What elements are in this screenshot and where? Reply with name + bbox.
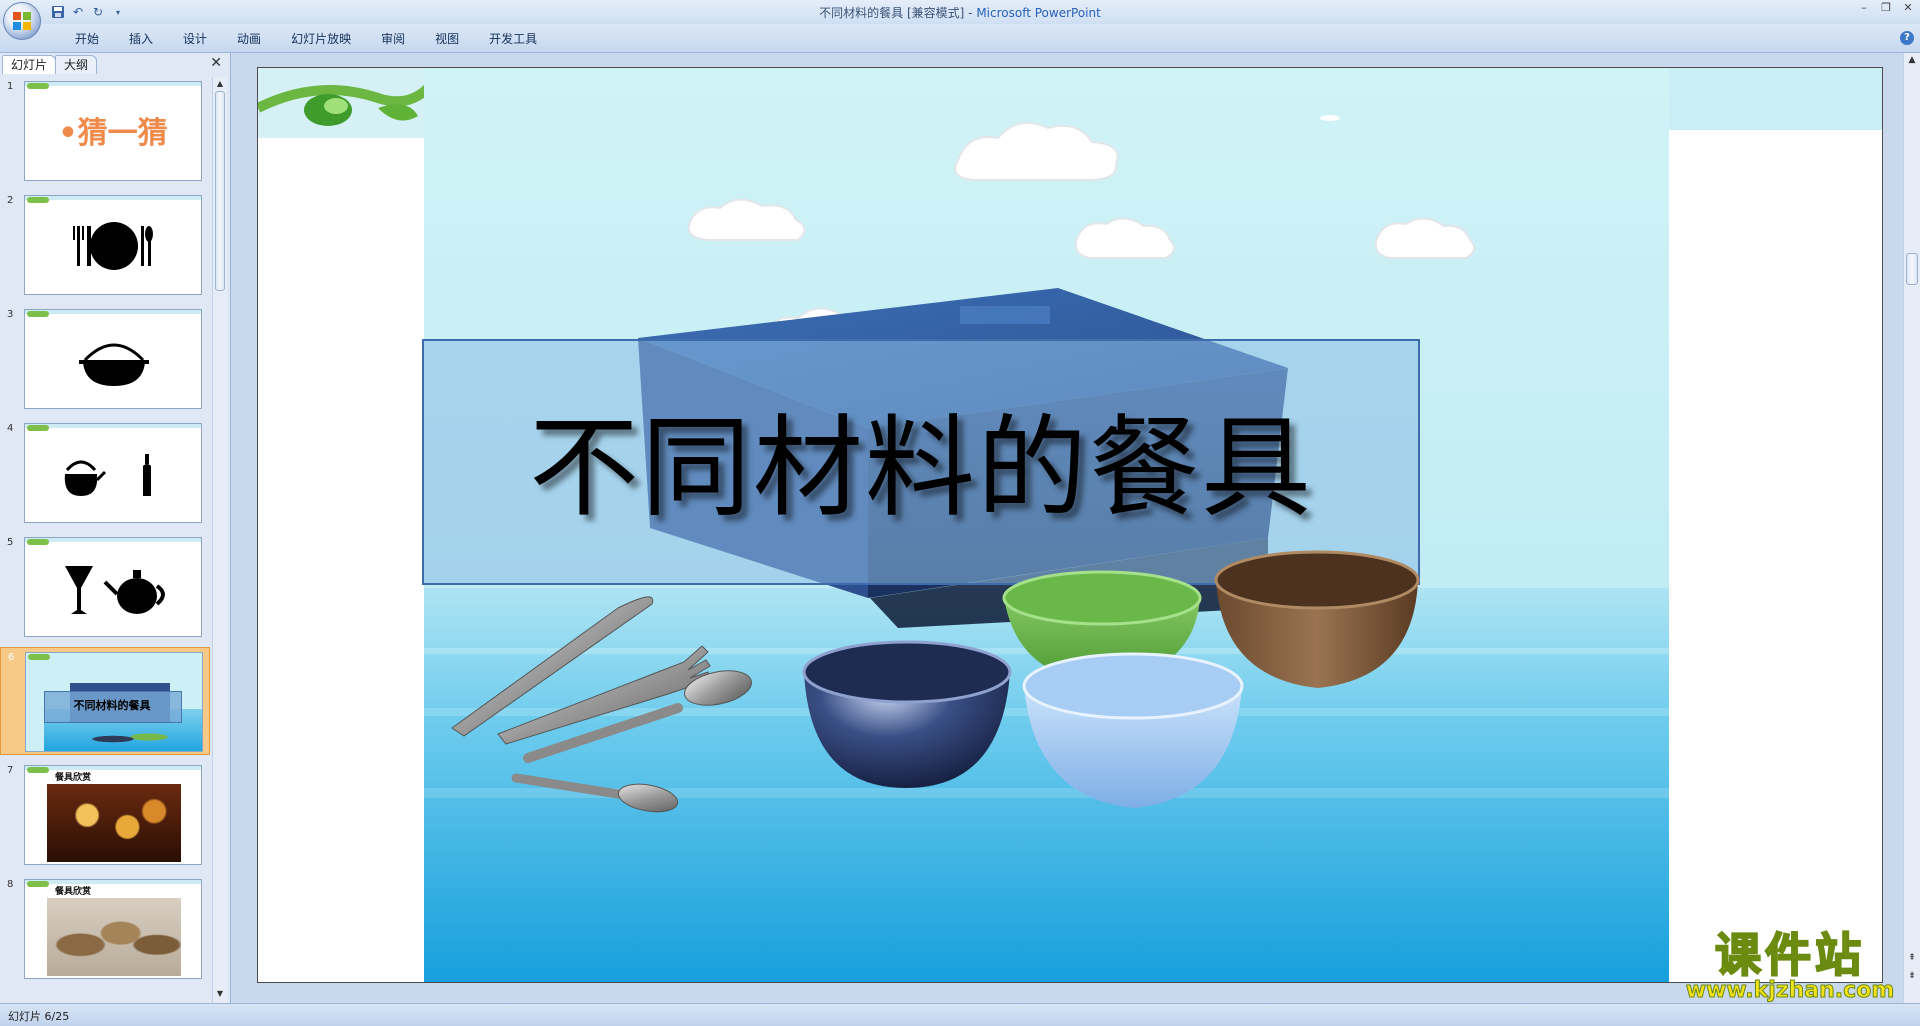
slide-thumbnail-4[interactable]: 4 (0, 419, 210, 527)
tab-outline[interactable]: 大纲 (55, 55, 98, 74)
slide-thumbnail-5[interactable]: 5 (0, 533, 210, 641)
document-title: 不同材料的餐具 [兼容模式] - (819, 6, 977, 20)
thumb-decor (25, 766, 201, 770)
window-title: 不同材料的餐具 [兼容模式] - Microsoft PowerPoint (0, 4, 1920, 21)
close-button[interactable]: ✕ (1900, 1, 1916, 15)
wooden-bowls-photo (47, 898, 181, 976)
tab-animations[interactable]: 动画 (222, 30, 276, 48)
slide-number: 5 (7, 537, 14, 548)
minimize-button[interactable]: – (1856, 1, 1872, 15)
tab-developer[interactable]: 开发工具 (474, 30, 552, 48)
scroll-up-icon[interactable]: ▲ (1904, 55, 1920, 65)
thumbnail-preview (24, 423, 202, 523)
title-bar: ↶ ↻ ▾ 不同材料的餐具 [兼容模式] - Microsoft PowerPo… (0, 0, 1920, 40)
slide-number: 8 (7, 879, 14, 890)
thumbnail-preview (24, 309, 202, 409)
tab-slideshow[interactable]: 幻灯片放映 (276, 30, 366, 48)
thumbnail-title: 不同材料的餐具 (73, 699, 151, 712)
thumbnail-title: 餐具欣赏 (55, 773, 92, 783)
app-name: Microsoft PowerPoint (976, 6, 1101, 20)
slide-scrollbar[interactable]: ▲ ⇞ ⇟ (1903, 53, 1920, 1003)
thumbnail-list: 1 •猜一猜 2 3 4 5 6 不同材料的餐具 7 餐具欣赏 8 餐具欣赏 (0, 77, 210, 1003)
slide-number: 3 (7, 309, 14, 320)
vine-decor (27, 881, 49, 887)
restore-button[interactable]: ❐ (1878, 1, 1894, 15)
thumbnail-scrollbar[interactable]: ▲ ▼ (212, 77, 227, 1003)
scroll-up-icon[interactable]: ▲ (213, 79, 227, 88)
watermark-url: www.kjzhan.com (1685, 978, 1895, 1004)
thumb-decor (25, 880, 201, 884)
kettle-bottle-silhouette (64, 454, 151, 496)
tab-slides[interactable]: 幻灯片 (2, 55, 57, 74)
slide-number: 2 (7, 195, 14, 206)
pot-silhouette (79, 343, 149, 386)
glassware-photo (47, 784, 181, 862)
ribbon: 开始 插入 设计 动画 幻灯片放映 审阅 视图 开发工具 ? (0, 24, 1920, 53)
slide-thumbnail-7[interactable]: 7 餐具欣赏 (0, 761, 210, 869)
slide-number: 4 (7, 423, 14, 434)
watermark-text: 课件站 (1714, 928, 1865, 982)
thumbnail-preview: 餐具欣赏 (24, 765, 202, 865)
help-icon[interactable]: ? (1900, 31, 1914, 45)
slides-pane: 幻灯片 大纲 ✕ 1 •猜一猜 2 3 4 5 6 不同材料的餐具 7 餐具欣赏… (0, 53, 231, 1003)
thumbnail-preview: 餐具欣赏 (24, 879, 202, 979)
tab-view[interactable]: 视图 (420, 30, 474, 48)
pane-close-icon[interactable]: ✕ (210, 55, 222, 71)
thumbnail-preview (24, 195, 202, 295)
tab-insert[interactable]: 插入 (114, 30, 168, 48)
slide-number: 7 (7, 765, 14, 776)
tab-home[interactable]: 开始 (60, 30, 114, 48)
scroll-thumb[interactable] (1906, 253, 1918, 285)
tab-design[interactable]: 设计 (168, 30, 222, 48)
slide-thumbnail-8[interactable]: 8 餐具欣赏 (0, 875, 210, 983)
vine-decor (27, 767, 49, 773)
plate-cutlery-silhouette (73, 222, 153, 270)
thumb-bowls (86, 729, 176, 749)
thumbnail-preview: •猜一猜 (24, 81, 202, 181)
slide-thumbnail-2[interactable]: 2 (0, 191, 210, 299)
vine-decor (27, 83, 49, 89)
slide-canvas[interactable]: 不同材料的餐具 (257, 67, 1883, 983)
slide-title[interactable]: 不同材料的餐具 (423, 378, 1419, 538)
slide-thumbnail-6[interactable]: 6 不同材料的餐具 (0, 647, 210, 755)
thumb-decor (25, 82, 201, 86)
office-logo-icon (13, 12, 31, 30)
scroll-down-icon[interactable]: ▼ (213, 989, 227, 998)
thumbnail-preview (24, 537, 202, 637)
slide-number: 6 (8, 652, 15, 663)
slide-thumbnail-1[interactable]: 1 •猜一猜 (0, 77, 210, 185)
scroll-thumb[interactable] (215, 91, 225, 291)
pane-tabs: 幻灯片 大纲 (2, 55, 98, 75)
window-controls: – ❐ ✕ (1856, 1, 1916, 15)
slide-editor: 不同材料的餐具 ▲ ⇞ ⇟ (231, 53, 1920, 1003)
slide-thumbnail-3[interactable]: 3 (0, 305, 210, 413)
ribbon-tabs: 开始 插入 设计 动画 幻灯片放映 审阅 视图 开发工具 (60, 30, 552, 48)
status-bar: 幻灯片 6/25 (0, 1003, 1920, 1026)
office-button[interactable] (3, 2, 41, 40)
thumbnail-preview: 不同材料的餐具 (25, 652, 203, 752)
watermark-logo: 课件站 www.kjzhan.com (1670, 928, 1910, 1005)
slide-number: 1 (7, 81, 14, 92)
thumbnail-title: 餐具欣赏 (55, 887, 92, 897)
thumbnail-title: •猜一猜 (58, 116, 168, 151)
slide-counter: 幻灯片 6/25 (8, 1010, 70, 1023)
vine-decor (28, 654, 50, 660)
glass-teapot-silhouette (65, 566, 165, 614)
tab-review[interactable]: 审阅 (366, 30, 420, 48)
